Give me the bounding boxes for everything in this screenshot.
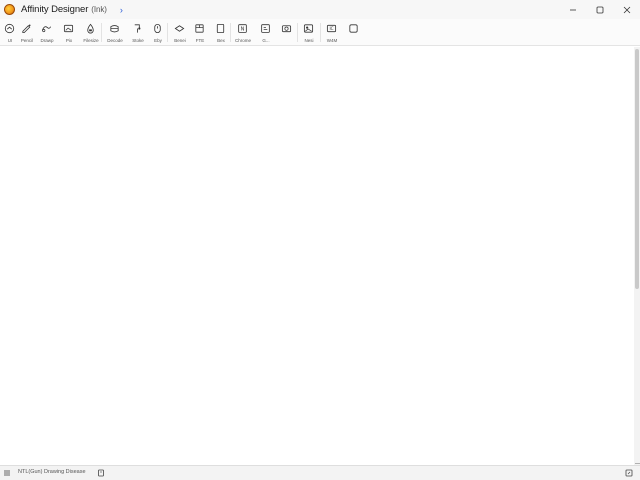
app-title-sub: (Ink) [91,5,107,14]
main-toolbar: UI Pencil Drawp Pix Filesize Decode Stok… [0,19,640,46]
document-canvas[interactable] [0,47,633,465]
list-icon[interactable] [3,469,11,477]
document-icon[interactable] [97,469,105,477]
status-text: NTL(Gun) Drawing Disease [18,469,86,475]
image-icon [63,24,74,33]
maximize-icon [596,6,603,13]
page-icon [216,23,225,34]
app-title: Affinity Designer (Ink) [21,4,107,15]
photo-icon [303,24,314,33]
fill-icon [87,23,94,34]
maximize-button[interactable] [586,0,613,19]
scrollbar-thumb[interactable] [635,49,639,289]
brush-round-icon [154,23,161,34]
gallery-icon [281,25,292,33]
layers-icon [110,25,119,33]
tool-media[interactable]: IC W4M [322,19,344,46]
minimize-button[interactable] [559,0,586,19]
vertical-scrollbar[interactable] [634,47,640,465]
resize-icon[interactable] [625,469,633,477]
affinity-logo-icon [4,4,15,15]
close-icon [623,6,630,13]
minimize-icon [569,9,576,10]
text-icon [261,24,270,33]
home-icon [4,23,15,34]
svg-text:N: N [241,27,245,33]
close-button[interactable] [613,0,640,19]
shape-icon [174,25,185,32]
window-controls [559,0,640,19]
title-chevron-icon[interactable]: › [120,5,123,15]
crop-icon [195,24,204,33]
brush-icon [41,26,51,33]
square-icon [349,24,358,33]
media-icon: IC [326,24,337,33]
title-bar: Affinity Designer (Ink) › [0,0,640,19]
app-title-text: Affinity Designer [21,4,89,15]
tool-square[interactable] [344,19,366,46]
status-bar: NTL(Gun) Drawing Disease [0,465,640,480]
node-icon [134,24,141,33]
text-frame-icon: N [238,24,247,33]
svg-text:IC: IC [329,26,333,31]
pen-icon [22,24,31,34]
tool-text[interactable]: G... [256,19,278,46]
